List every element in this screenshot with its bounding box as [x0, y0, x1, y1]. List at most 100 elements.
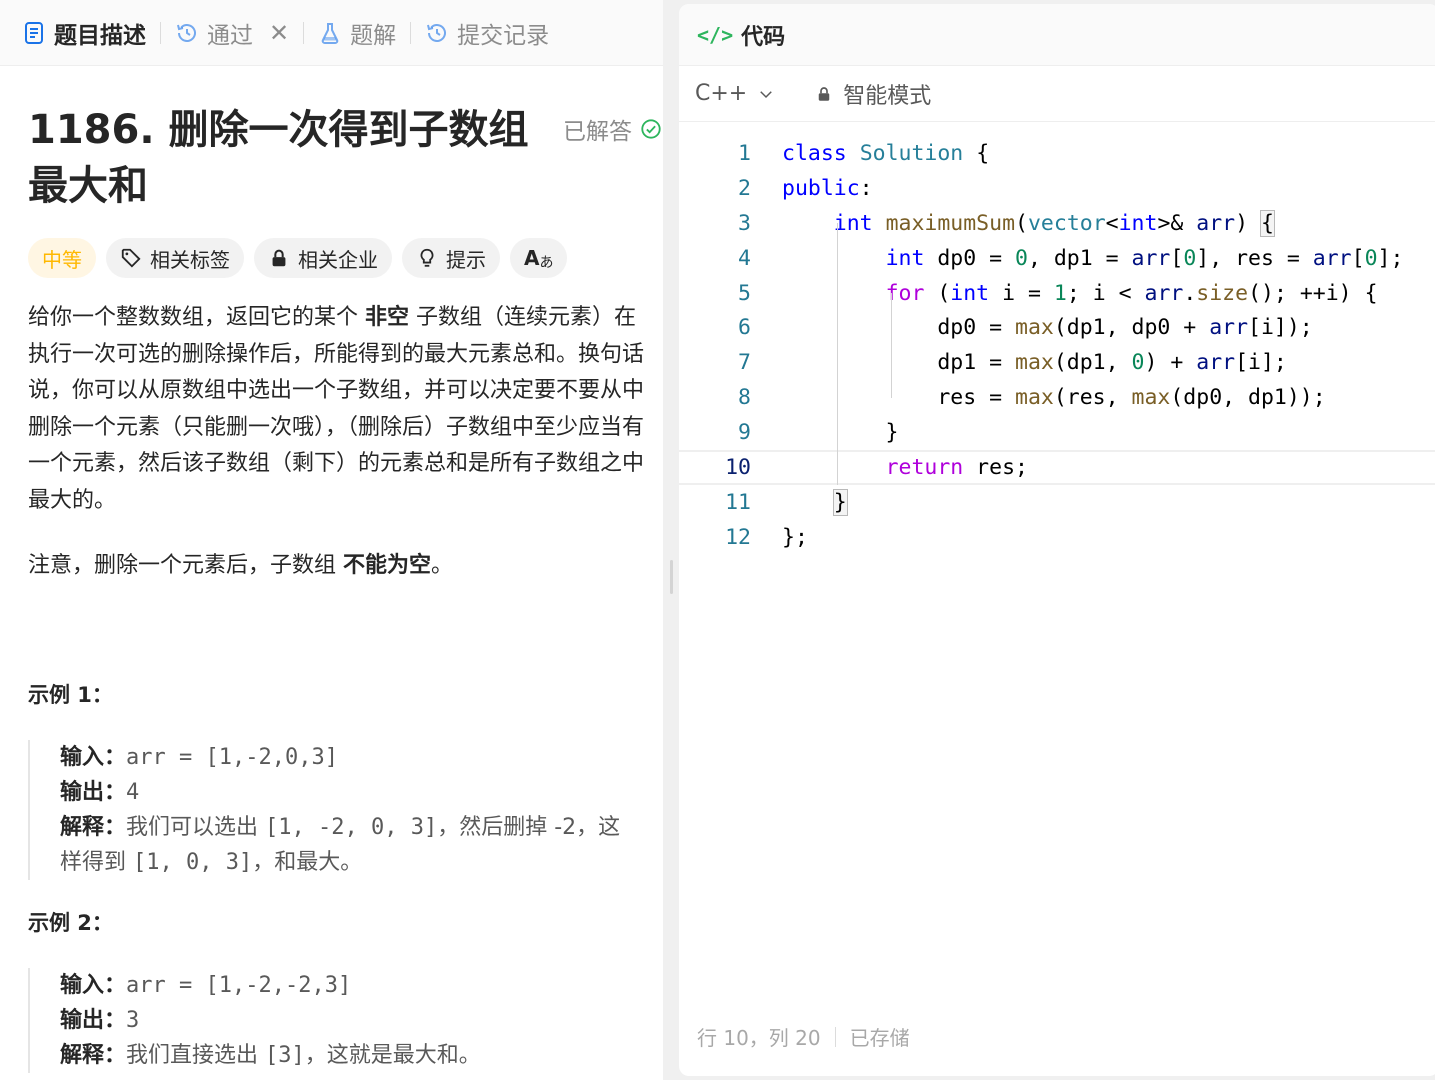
tag-row: 中等 相关标签 相关企业 提示 Aあ [28, 238, 663, 278]
line-number: 10 [725, 454, 751, 480]
code-line-7: 7 dp1 = max(dp1, 0) + arr[i]; [679, 345, 1435, 380]
explain-code: [3] [265, 1042, 305, 1068]
code-icon: </> [697, 22, 734, 47]
input-label: 输入： [60, 972, 127, 998]
example-2-output: 输出：3 [60, 1003, 628, 1038]
language-select[interactable]: C++ [695, 81, 775, 106]
mode-toggle[interactable]: 智能模式 [815, 78, 931, 110]
code-header-title: 代码 [741, 24, 786, 50]
code-text: public: [782, 175, 873, 201]
description-text: 子数组（连续元素）在执行一次可选的删除操作后，所能得到的最大元素总和。换句话说，… [28, 305, 645, 513]
tag-icon [121, 248, 141, 268]
example-1-explain: 解释：我们可以选出 [1, -2, 0, 3]，然后删掉 -2，这样得到 [1,… [60, 810, 628, 880]
explain-label: 解释： [60, 814, 127, 840]
example-1-input: 输入：arr = [1,-2,0,3] [60, 740, 628, 775]
solved-label: 已解答 [563, 119, 632, 145]
tab-divider [303, 21, 305, 44]
output-label: 输出： [60, 779, 127, 805]
line-number: 12 [725, 524, 751, 550]
example-1: 输入：arr = [1,-2,0,3] 输出：4 解释：我们可以选出 [1, -… [28, 739, 628, 880]
example-2-input: 输入：arr = [1,-2,-2,3] [60, 968, 628, 1003]
explain-label: 解释： [60, 1042, 127, 1068]
example-2: 输入：arr = [1,-2,-2,3] 输出：3 解释：我们直接选出 [3]，… [28, 967, 628, 1073]
explain-code: [1, 0, 3] [133, 849, 253, 875]
code-editor[interactable]: 1 class Solution { 2 public: 3 int maximum… [679, 136, 1435, 555]
save-status: 已存储 [849, 1026, 910, 1050]
indent-guide [891, 293, 892, 398]
input-label: 输入： [60, 744, 127, 770]
problem-title[interactable]: 1186. 删除一次得到子数组最大和 [28, 102, 558, 214]
indent-guide [837, 223, 838, 485]
code-text: class Solution { [782, 140, 990, 166]
code-line-9: 9 } [679, 415, 1435, 450]
code-text: int maximumSum(vector<int>& arr) { [833, 209, 1275, 237]
code-line-11: 11 } [679, 485, 1435, 520]
line-number: 5 [738, 280, 751, 306]
hint-button[interactable]: 提示 [402, 238, 500, 278]
code-line-6: 6 dp0 = max(dp1, dp0 + arr[i]); [679, 310, 1435, 345]
lightbulb-icon [420, 248, 434, 267]
example-2-explain: 解释：我们直接选出 [3]，这就是最大和。 [60, 1038, 628, 1073]
related-companies-button[interactable]: 相关企业 [254, 238, 392, 278]
line-number: 8 [738, 385, 751, 411]
code-line-3: 3 int maximumSum(vector<int>& arr) { [679, 206, 1435, 241]
explain-text: 我们直接选出 [126, 1042, 266, 1068]
code-line-12: 12}; [679, 520, 1435, 555]
tab-divider [160, 21, 161, 44]
line-number: 1 [738, 140, 751, 166]
line-number: 3 [738, 210, 751, 236]
example-1-title: 示例 1： [28, 682, 113, 707]
example-2-title: 示例 2： [28, 910, 113, 935]
splitter-handle[interactable] [670, 560, 673, 594]
code-text: dp1 = max(dp1, 0) + arr[i]; [782, 350, 1287, 376]
cursor-position: 行 10，列 20 [697, 1026, 821, 1050]
tab-solutions-label: 题解 [350, 22, 397, 49]
note-bold: 不能为空 [343, 552, 432, 578]
close-icon[interactable]: ✕ [269, 19, 289, 47]
tab-accepted[interactable]: 通过 ✕ [175, 13, 289, 53]
explain-text: 我们可以选出 [126, 814, 266, 840]
input-value: arr = [1,-2,0,3] [126, 744, 338, 770]
explain-code: [1, -2, 0, 3] [265, 814, 438, 840]
title-row: 1186. 删除一次得到子数组最大和 已解答 [28, 102, 663, 222]
code-text: }; [782, 524, 808, 550]
font-icon: A [524, 246, 540, 270]
code-line-8: 8 res = max(res, max(dp0, dp1)); [679, 380, 1435, 415]
check-circle-icon [641, 119, 661, 139]
status-divider [834, 1026, 836, 1047]
line-number: 6 [738, 315, 751, 341]
description-bold: 非空 [365, 305, 410, 330]
line-number: 11 [725, 489, 751, 515]
font-size-button[interactable]: Aあ [510, 238, 568, 278]
line-number: 7 [738, 350, 751, 376]
panel-splitter[interactable] [663, 0, 679, 1080]
description-text: 给你一个整数数组，返回它的某个 [28, 305, 365, 330]
tab-solutions[interactable]: 题解 [318, 13, 396, 53]
left-tabbar: 题目描述 通过 ✕ 题解 提交记录 [0, 0, 663, 66]
code-line-10: 10 return res; [679, 450, 1435, 485]
tab-description[interactable]: 题目描述 [22, 13, 146, 53]
line-number: 4 [738, 245, 751, 271]
output-value: 3 [126, 1007, 140, 1033]
example-1-output: 输出：4 [60, 775, 628, 810]
hint-label: 提示 [446, 247, 486, 272]
language-label: C++ [695, 81, 748, 106]
tab-divider [410, 21, 412, 44]
input-value: arr = [1,-2,-2,3] [126, 972, 352, 998]
lock-icon [818, 86, 830, 101]
related-companies-label: 相关企业 [298, 247, 378, 272]
related-tags-button[interactable]: 相关标签 [106, 238, 244, 278]
code-header: </> 代码 [679, 4, 1435, 66]
explain-text: ，这就是最大和。 [304, 1042, 481, 1068]
flask-icon [321, 22, 339, 44]
tab-submissions[interactable]: 提交记录 [425, 13, 549, 53]
chevron-down-icon [760, 90, 773, 98]
tab-accepted-label: 通过 [207, 22, 253, 49]
output-value: 4 [126, 779, 140, 805]
output-label: 输出： [60, 1007, 127, 1033]
code-text: return res; [885, 454, 1028, 480]
code-line-4: 4 int dp0 = 0, dp1 = arr[0], res = arr[0… [679, 241, 1435, 276]
line-number: 2 [738, 175, 751, 201]
related-tags-label: 相关标签 [150, 247, 230, 272]
code-line-2: 2 public: [679, 171, 1435, 206]
